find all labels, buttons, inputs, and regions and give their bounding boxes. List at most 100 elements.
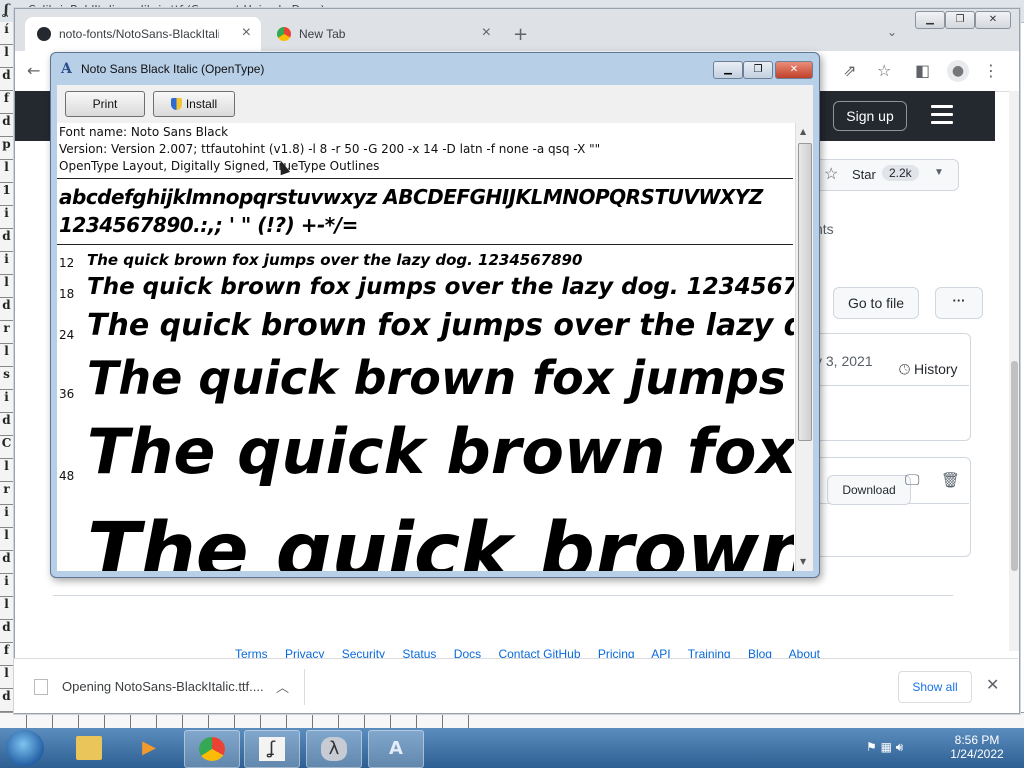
size-label: 18 <box>59 287 75 301</box>
font-viewer-title: Noto Sans Black Italic (OpenType) <box>81 62 265 76</box>
menu-kebab-icon[interactable]: ⋮ <box>983 61 999 80</box>
trash-icon[interactable]: 🗑︎ <box>941 471 960 489</box>
star-icon: ☆ <box>824 166 839 183</box>
side-panel-icon[interactable]: ◧ <box>915 61 930 80</box>
download-item-label[interactable]: Opening NotoSans-BlackItalic.ttf.... <box>62 679 264 694</box>
chevron-down-icon[interactable]: ▼ <box>934 167 944 178</box>
history-icon: 🕓︎ <box>899 361 911 377</box>
background-glyph-row <box>0 712 1024 729</box>
size-label: 36 <box>59 387 75 401</box>
font-file-icon: A <box>61 61 72 77</box>
browser-close-button[interactable]: ✕ <box>975 11 1011 29</box>
size-label: 48 <box>59 469 75 483</box>
tab-label: noto-fonts/NotoSans-BlackItalic.t <box>59 27 219 41</box>
font-name-line: Font name: Noto Sans Black <box>59 125 229 139</box>
preview-scrollbar-thumb[interactable] <box>798 143 812 441</box>
tray-icons[interactable]: ⚑ ▦ 🔊︎ <box>866 740 903 755</box>
tab-bar: noto-fonts/NotoSans-BlackItalic.t × New … <box>15 9 1019 51</box>
clock-time: 8:56 PM <box>954 733 1000 747</box>
taskbar-explorer[interactable] <box>62 730 116 766</box>
font-viewer-window: A Noto Sans Black Italic (OpenType) ▁ ❐ … <box>50 52 820 578</box>
close-tab-icon[interactable]: × <box>242 24 251 42</box>
show-all-button[interactable]: Show all <box>898 671 972 703</box>
scroll-up-icon[interactable]: ▲ <box>800 127 806 136</box>
github-icon <box>37 27 51 41</box>
go-to-file-button[interactable]: Go to file <box>833 287 919 319</box>
chrome-icon <box>199 737 225 761</box>
clock-date: 1/24/2022 <box>950 747 1004 761</box>
desktop-icon[interactable]: 🖵︎ <box>905 471 919 489</box>
chevron-up-icon[interactable]: ︿ <box>276 677 289 696</box>
font-viewer-toolbar: Print Install <box>57 85 813 123</box>
charset-symbols: 1234567890.:,; ' " (!?) +-*/= <box>59 213 358 237</box>
hamburger-menu-icon[interactable] <box>931 105 953 129</box>
divider <box>57 178 793 179</box>
close-downloads-icon[interactable]: ✕ <box>986 675 999 694</box>
star-label: Star <box>852 167 876 182</box>
charset-letters: abcdefghijklmnopqrstuvwxyz ABCDEFGHIJKLM… <box>59 185 763 209</box>
font-preview-area: Font name: Noto Sans Black Version: Vers… <box>57 123 813 571</box>
media-player-icon: ▶ <box>142 737 156 758</box>
sample-text-12: The quick brown fox jumps over the lazy … <box>87 251 583 269</box>
font-version-line: Version: Version 2.007; ttfautohint (v1.… <box>59 142 601 156</box>
history-link[interactable]: 🕓︎ History <box>899 361 958 378</box>
start-button[interactable] <box>6 730 44 766</box>
preview-scrollbar[interactable]: ▲ ▼ <box>795 123 813 571</box>
taskbar-chrome[interactable] <box>184 730 240 768</box>
taskbar-font-viewer[interactable]: A <box>368 730 424 768</box>
font-viewer-icon: A <box>389 738 403 759</box>
size-label: 24 <box>59 328 75 342</box>
print-button[interactable]: Print <box>65 91 145 117</box>
minimize-button[interactable]: ▁ <box>713 61 743 79</box>
star-count: 2.2k <box>882 165 919 181</box>
divider <box>304 669 305 705</box>
character-map-icon: ʆ <box>259 737 285 761</box>
taskbar-lambda-app[interactable]: λ <box>306 730 362 768</box>
clock[interactable]: 8:56 PM 1/24/2022 <box>948 733 1006 761</box>
lambda-icon: λ <box>321 737 347 761</box>
commit-info-box <box>805 333 971 441</box>
sign-up-button[interactable]: Sign up <box>833 101 907 131</box>
star-button[interactable]: ☆ Star 2.2k ▼ <box>815 159 959 191</box>
divider <box>805 385 969 386</box>
sample-text-48: The quick brown fox ju <box>87 415 794 488</box>
tab-new-tab[interactable]: New Tab × <box>265 17 501 51</box>
chrome-icon <box>277 27 291 41</box>
taskbar-media-player[interactable]: ▶ <box>122 730 176 766</box>
app-logo-icon: ʆ <box>4 2 9 18</box>
page-scrollbar-thumb[interactable] <box>1011 361 1018 571</box>
tab-noto-fonts[interactable]: noto-fonts/NotoSans-BlackItalic.t × <box>25 17 261 51</box>
downloads-bar: Opening NotoSans-BlackItalic.ttf.... ︿ S… <box>14 658 1018 713</box>
share-icon[interactable]: ⇗ <box>843 61 856 80</box>
more-options-button[interactable]: ··· <box>935 287 983 319</box>
browser-minimize-button[interactable]: ▁ <box>915 11 945 29</box>
file-icon <box>34 679 48 695</box>
profile-avatar[interactable]: ● <box>947 60 969 82</box>
maximize-button[interactable]: ❐ <box>743 61 773 79</box>
folder-icon <box>76 736 102 760</box>
footer-divider <box>53 595 953 596</box>
size-label: 12 <box>59 256 75 270</box>
install-label: Install <box>185 97 218 111</box>
uac-shield-icon <box>170 98 182 110</box>
install-button[interactable]: Install <box>153 91 235 117</box>
sample-text-72: The quick brown fo <box>87 507 794 571</box>
back-icon[interactable]: ← <box>27 61 40 80</box>
page-scrollbar[interactable] <box>1009 91 1019 651</box>
history-label: History <box>913 361 958 377</box>
scroll-down-icon[interactable]: ▼ <box>800 557 806 566</box>
close-button[interactable]: ✕ <box>775 61 813 79</box>
new-tab-button[interactable]: + <box>513 24 528 45</box>
close-tab-icon[interactable]: × <box>482 24 491 42</box>
taskbar-character-map[interactable]: ʆ <box>244 730 300 768</box>
tab-label: New Tab <box>299 27 346 41</box>
browser-restore-button[interactable]: ❐ <box>945 11 975 29</box>
sample-text-24: The quick brown fox jumps over the lazy … <box>87 308 794 343</box>
tab-search-icon[interactable]: ⌄ <box>887 25 897 39</box>
sample-text-36: The quick brown fox jumps ove <box>87 351 794 405</box>
download-button[interactable]: Download <box>827 475 911 505</box>
taskbar: ▶ ʆ λ A ⚑ ▦ 🔊︎ 8:56 PM 1/24/2022 <box>0 728 1024 768</box>
font-features-line: OpenType Layout, Digitally Signed, TrueT… <box>59 159 380 173</box>
bookmark-star-icon[interactable]: ☆ <box>877 61 891 80</box>
sample-text-18: The quick brown fox jumps over the lazy … <box>87 274 794 300</box>
